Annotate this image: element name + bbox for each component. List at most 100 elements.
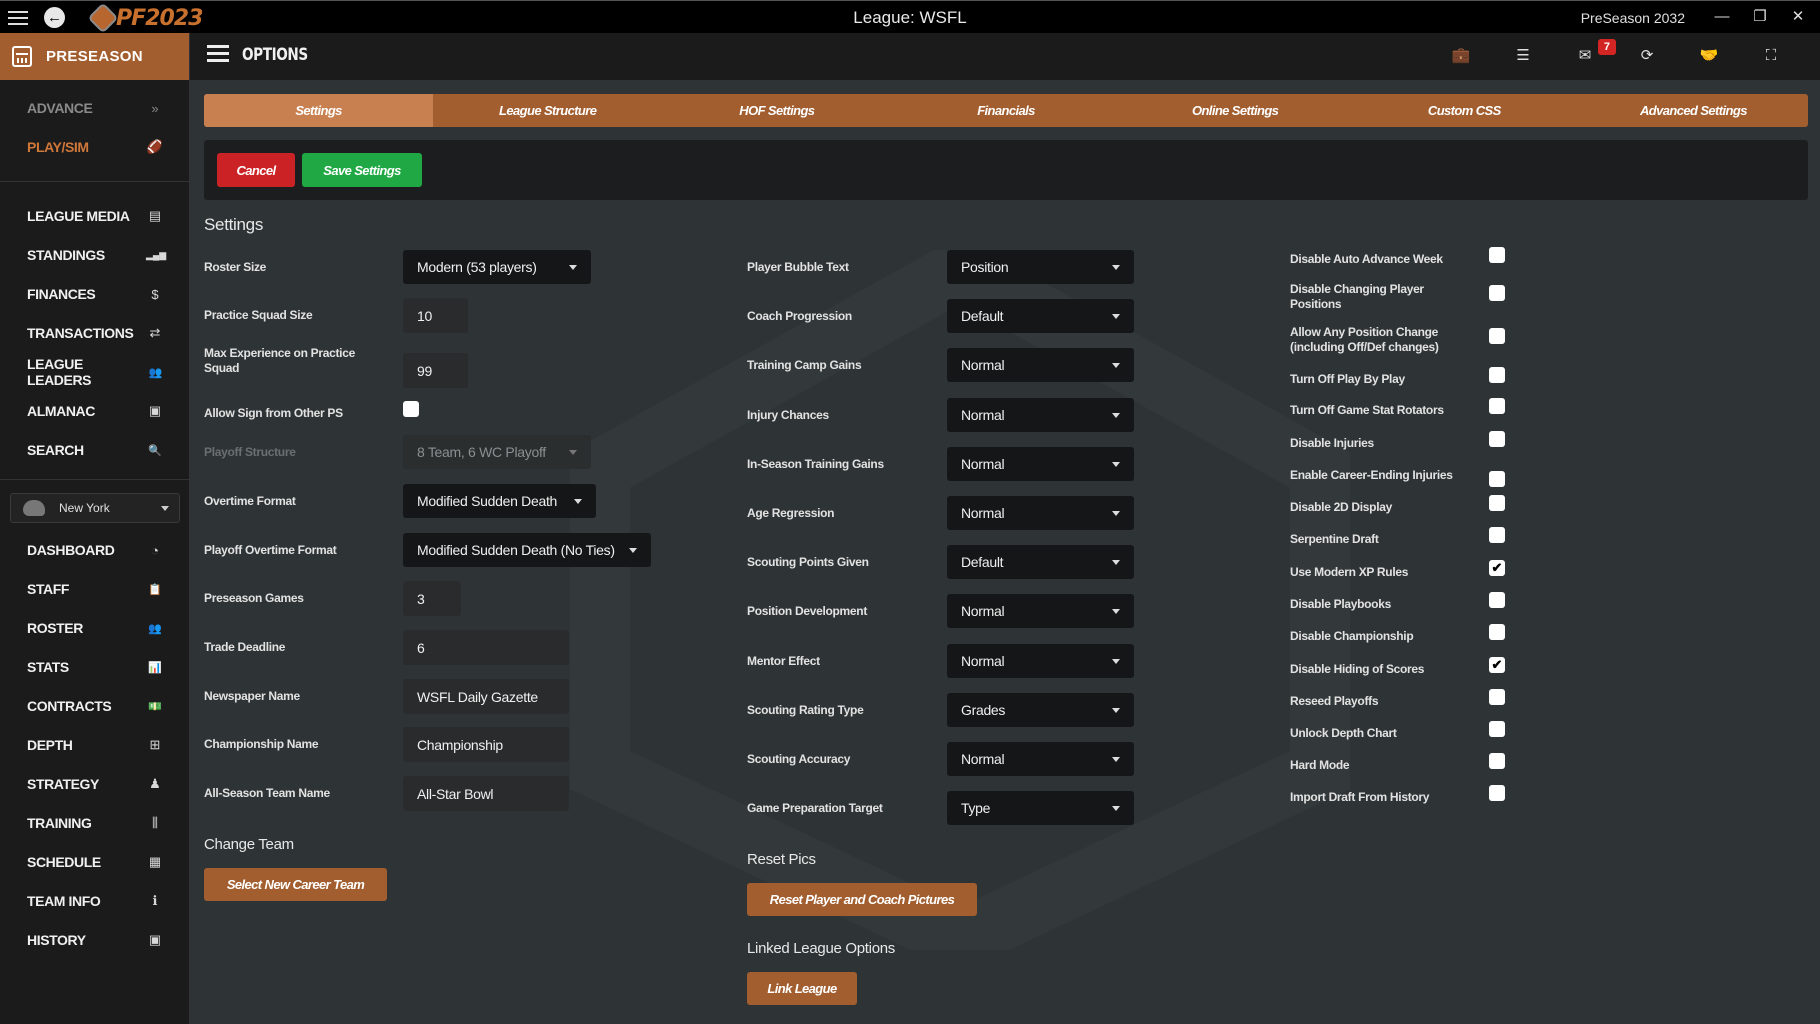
signpost-icon: ⇄ [149, 325, 161, 340]
tab-settings[interactable]: Settings [204, 94, 434, 127]
sidebar-item-advance[interactable]: ADVANCE » [0, 93, 190, 123]
all-season-team-name-input[interactable]: All-Star Bowl [403, 776, 569, 811]
tab-online-settings[interactable]: Online Settings [1121, 94, 1350, 127]
sidebar-item-play-sim[interactable]: PLAY/SIM 🏈 [0, 132, 190, 162]
reset-pictures-button[interactable]: Reset Player and Coach Pictures [747, 883, 977, 916]
practice-squad-size-input[interactable]: 10 [403, 298, 468, 333]
turn-off-game-stat-rotators-checkbox[interactable] [1489, 398, 1505, 414]
trade-deadline-input[interactable]: 6 [403, 630, 569, 665]
window-title: League: WSFL [853, 8, 967, 27]
phase-header[interactable]: PRESEASON [0, 33, 189, 80]
sidebar-item-contracts[interactable]: CONTRACTS 💵 [0, 691, 190, 721]
caret-down-icon [1112, 658, 1120, 664]
allow-sign-checkbox[interactable] [403, 401, 419, 417]
scouting-accuracy-select[interactable]: Normal [947, 742, 1134, 776]
reseed-playoffs-checkbox[interactable] [1489, 689, 1505, 705]
newspaper-name-input[interactable]: WSFL Daily Gazette [403, 679, 569, 714]
close-button[interactable]: ✕ [1786, 5, 1810, 29]
sidebar-item-transactions[interactable]: TRANSACTIONS ⇄ [0, 318, 190, 348]
disable-changing-player-positions-checkbox[interactable] [1489, 285, 1505, 301]
save-settings-button[interactable]: Save Settings [302, 153, 422, 187]
database-icon[interactable]: ☰ [1512, 45, 1534, 67]
sidebar-item-league-media[interactable]: LEAGUE MEDIA ▤ [0, 201, 190, 231]
use-modern-xp-rules-label: Use Modern XP Rules [1290, 565, 1409, 579]
refresh-icon[interactable]: ⟳ [1636, 45, 1658, 67]
unlock-depth-chart-checkbox[interactable] [1489, 721, 1505, 737]
playoff-structure-select[interactable]: 8 Team, 6 WC Playoff [403, 435, 591, 469]
disable-auto-advance-week-checkbox[interactable] [1489, 247, 1505, 263]
overtime-format-select[interactable]: Modified Sudden Death [403, 484, 596, 518]
in-season-training-gains-select[interactable]: Normal [947, 446, 1134, 481]
restore-button[interactable]: ❐ [1748, 5, 1772, 29]
championship-name-input[interactable]: Championship [403, 727, 569, 762]
sidebar-item-stats[interactable]: STATS 📊 [0, 652, 190, 682]
sidebar-item-dashboard[interactable]: DASHBOARD ◔ [0, 535, 190, 565]
disable-playbooks-checkbox[interactable] [1489, 592, 1505, 608]
binoculars-icon[interactable]: ⛶ [1760, 45, 1782, 67]
sidebar-item-team-info[interactable]: TEAM INFO ℹ [0, 886, 190, 916]
disable-championship-checkbox[interactable] [1489, 624, 1505, 640]
mentor-effect-select[interactable]: Normal [947, 643, 1134, 678]
sidebar-item-almanac[interactable]: ALMANAC ▣ [0, 396, 190, 426]
allow-any-position-change-including-off-def-changes-checkbox[interactable] [1489, 328, 1505, 344]
handshake-icon[interactable]: 🤝 [1698, 45, 1720, 67]
select-new-career-team-button[interactable]: Select New Career Team [204, 868, 387, 901]
playoff-overtime-format-select[interactable]: Modified Sudden Death (No Ties) [403, 533, 651, 567]
minimize-button[interactable]: — [1710, 5, 1734, 29]
game-preparation-target-select[interactable]: Type [947, 791, 1134, 826]
tab-hof-settings[interactable]: HOF Settings [662, 94, 891, 127]
sitemap-icon: ⊞ [149, 737, 161, 752]
sidebar-item-finances[interactable]: FINANCES $ [0, 279, 190, 309]
disable-2d-display-checkbox[interactable] [1489, 495, 1505, 511]
use-modern-xp-rules-checkbox[interactable]: ✔ [1489, 560, 1505, 576]
scouting-rating-type-select[interactable]: Grades [947, 692, 1134, 727]
enable-career-ending-injuries-checkbox[interactable] [1489, 471, 1505, 487]
action-bar: Cancel Save Settings [204, 140, 1808, 200]
disable-hiding-of-scores-checkbox[interactable]: ✔ [1489, 657, 1505, 673]
select-value: Modified Sudden Death [417, 493, 558, 509]
age-regression-select[interactable]: Normal [947, 496, 1134, 530]
briefcase-icon[interactable]: 💼 [1450, 45, 1472, 67]
sidebar-item-strategy[interactable]: STRATEGY ♟ [0, 769, 190, 799]
sidebar-item-label: TEAM INFO [27, 893, 101, 909]
preseason-games-input[interactable]: 3 [403, 581, 461, 616]
tab-league-structure[interactable]: League Structure [433, 94, 662, 127]
position-development-select[interactable]: Normal [947, 594, 1134, 629]
sidebar-item-staff[interactable]: STAFF 📋 [0, 574, 190, 604]
sidebar-item-schedule[interactable]: SCHEDULE ▦ [0, 847, 190, 877]
player-bubble-text-label: Player Bubble Text [747, 260, 849, 274]
disable-injuries-checkbox[interactable] [1489, 431, 1505, 447]
sidebar-item-league-leaders[interactable]: LEAGUE LEADERS 👥 [0, 356, 190, 388]
divider [0, 181, 190, 182]
sidebar-item-training[interactable]: TRAINING ⫼ [0, 808, 190, 838]
coach-progression-select[interactable]: Default [947, 299, 1134, 334]
import-draft-from-history-checkbox[interactable] [1489, 785, 1505, 801]
scouting-points-given-select[interactable]: Default [947, 545, 1134, 580]
settings-heading: Settings [204, 215, 264, 234]
cancel-button[interactable]: Cancel [217, 153, 295, 187]
link-league-button[interactable]: Link League [747, 972, 857, 1005]
injury-chances-select[interactable]: Normal [947, 397, 1134, 432]
disable-playbooks-label: Disable Playbooks [1290, 597, 1391, 611]
tab-advanced-settings[interactable]: Advanced Settings [1579, 94, 1808, 127]
tab-financials[interactable]: Financials [891, 94, 1120, 127]
sidebar-item-history[interactable]: HISTORY ▣ [0, 925, 190, 955]
tab-custom-css[interactable]: Custom CSS [1350, 94, 1579, 127]
disable-2d-display-label: Disable 2D Display [1290, 500, 1392, 514]
injury-chances-label: Injury Chances [747, 407, 829, 422]
turn-off-play-by-play-checkbox[interactable] [1489, 367, 1505, 383]
player-bubble-text-select[interactable]: Position [947, 250, 1134, 284]
turn-off-play-by-play-label: Turn Off Play By Play [1290, 372, 1405, 386]
sidebar-item-roster[interactable]: ROSTER 👥 [0, 613, 190, 643]
sidebar-item-search[interactable]: SEARCH 🔍 [0, 435, 190, 465]
sidebar-item-standings[interactable]: STANDINGS ▂▄▆ [0, 240, 190, 270]
hard-mode-checkbox[interactable] [1489, 753, 1505, 769]
roster-size-select[interactable]: Modern (53 players) [403, 250, 591, 284]
sidebar-item-depth[interactable]: DEPTH ⊞ [0, 730, 190, 760]
enable-career-ending-injuries-label: Enable Career-Ending Injuries [1290, 468, 1453, 482]
training-camp-gains-select[interactable]: Normal [947, 348, 1134, 383]
max-experience-input[interactable]: 99 [403, 353, 468, 388]
team-select[interactable]: New York [10, 493, 180, 523]
mail-icon[interactable]: ✉ 7 [1574, 39, 1616, 67]
serpentine-draft-checkbox[interactable] [1489, 527, 1505, 543]
